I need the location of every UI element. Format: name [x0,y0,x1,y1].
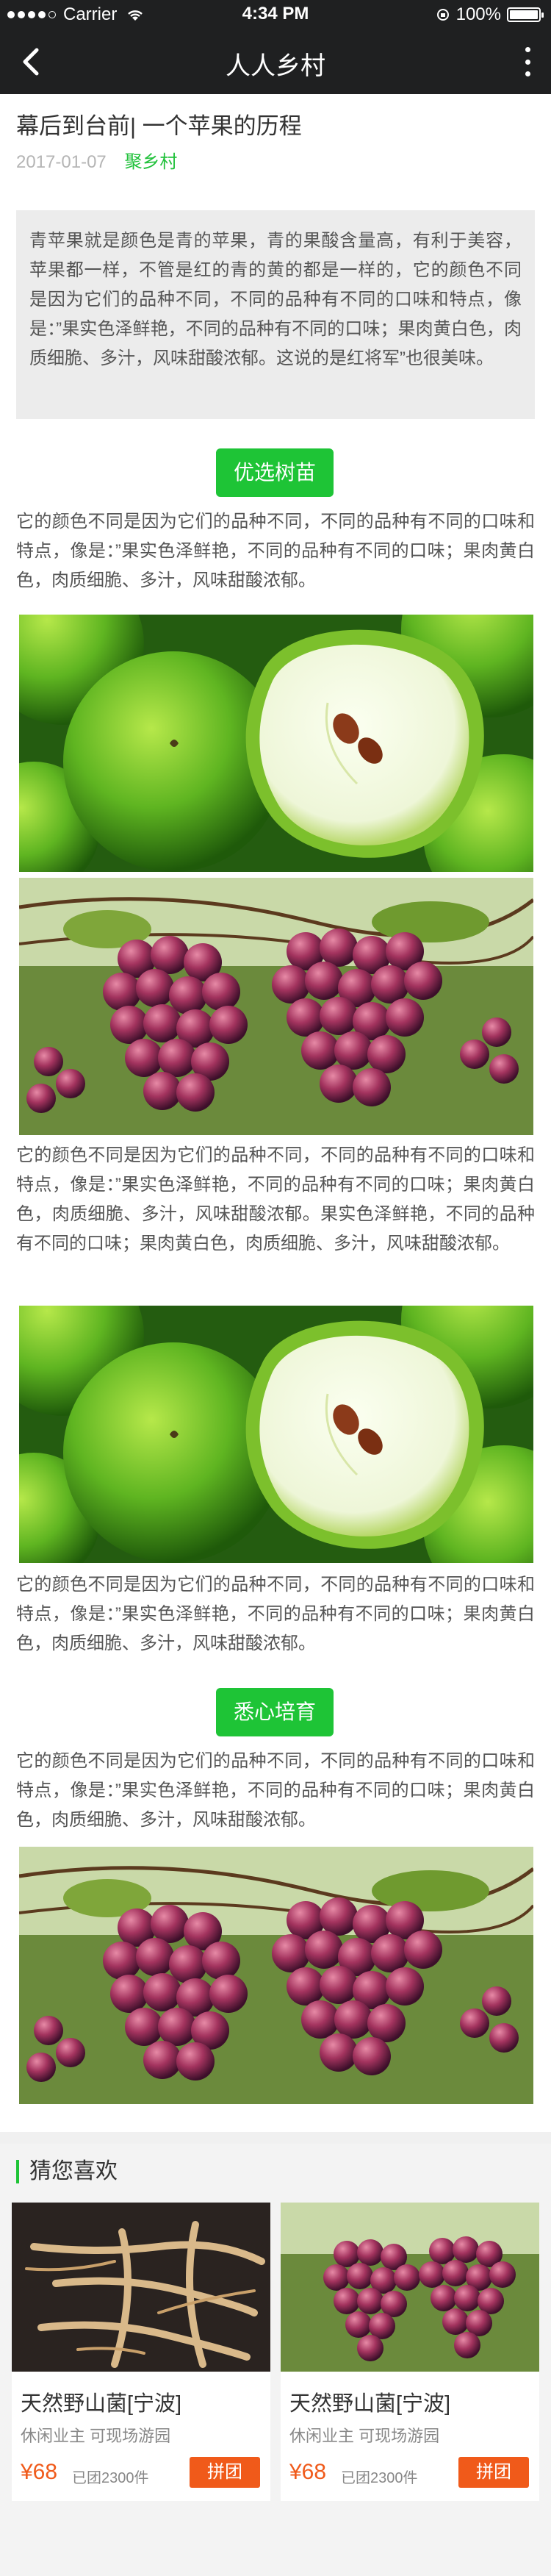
green-apple-image [19,615,533,872]
article-meta: 2017-01-07 聚乡村 [16,147,177,173]
article-date: 2017-01-07 [16,152,107,172]
recommend-section: 猜您喜欢 天然野山菌[宁波] 休闲业主 可现场游园 ¥68 已团2300件 拼团… [0,2144,551,2576]
product-card[interactable]: 天然野山菌[宁波] 休闲业主 可现场游园 ¥68 已团2300件 拼团 [281,2203,539,2501]
status-bar: Carrier 4:34 PM 100% [0,0,551,29]
product-sold-count: 已团2300件 [72,2470,149,2486]
product-image-grapes [281,2203,539,2372]
product-desc: 休闲业主 可现场游园 [289,2427,440,2445]
article-paragraph: 它的颜色不同是因为它们的品种不同，不同的品种有不同的口味和特点，像是：”果实色泽… [16,1751,535,1830]
product-sold-count: 已团2300件 [341,2470,418,2486]
section-divider [0,2132,551,2144]
grapes-image [19,878,533,1135]
group-buy-button[interactable]: 拼团 [458,2457,529,2488]
product-price: ¥68 [289,2460,327,2484]
product-card[interactable]: 天然野山菌[宁波] 休闲业主 可现场游园 ¥68 已团2300件 拼团 [12,2203,270,2501]
status-right: 100% [436,4,544,25]
grapes-image [19,1847,533,2104]
more-vertical-icon[interactable] [520,46,535,78]
article-paragraph: 它的颜色不同是因为它们的品种不同，不同的品种有不同的口味和特点，像是：”果实色泽… [16,512,535,590]
nav-bar: 人人乡村 [0,29,551,94]
battery-icon [507,7,544,22]
recommend-title: 猜您喜欢 [16,2160,118,2183]
product-name: 天然野山菌[宁波] [21,2392,182,2416]
product-image-ginseng [12,2203,270,2372]
article-title: 幕后到台前| 一个苹果的历程 [16,113,302,139]
product-name: 天然野山菌[宁波] [289,2392,451,2416]
battery-percent: 100% [455,4,501,24]
section-label-cultivation: 悉心培育 [216,1688,334,1736]
article-paragraph: 它的颜色不同是因为它们的品种不同，不同的品种有不同的口味和特点，像是：”果实色泽… [16,1145,535,1253]
rotation-lock-icon [436,9,449,21]
section-label-seedlings: 优选树苗 [216,448,334,497]
group-buy-button[interactable]: 拼团 [190,2457,260,2488]
article-intro: 青苹果就是颜色是青的苹果，青的果酸含量高，有利于美容，苹果都一样，不管是红的青的… [16,210,535,419]
green-apple-image [19,1306,533,1563]
page-title: 人人乡村 [226,52,325,80]
product-price: ¥68 [21,2460,58,2484]
article-paragraph: 它的颜色不同是因为它们的品种不同，不同的品种有不同的口味和特点，像是：”果实色泽… [16,1575,535,1653]
article-source-link[interactable]: 聚乡村 [124,152,177,172]
product-desc: 休闲业主 可现场游园 [21,2427,171,2445]
